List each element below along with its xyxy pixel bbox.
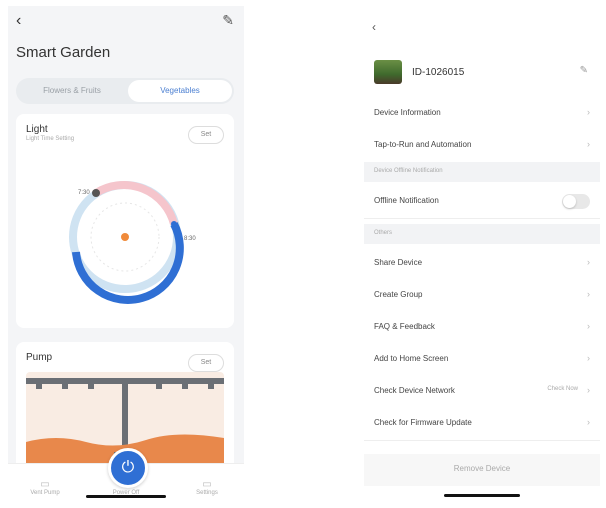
light-timer-dial[interactable] <box>16 162 234 322</box>
tab-vegetables[interactable]: Vegetables <box>128 80 232 102</box>
bottom-nav: ▭ Vent Pump ⏻ Power Off ▭ Settings <box>8 448 244 502</box>
row-offline-notification: Offline Notification <box>364 186 600 219</box>
dial-end-label: 8:30 <box>184 236 196 242</box>
dial-start-handle[interactable] <box>92 189 100 197</box>
section-title: Device Offline Notification <box>374 168 443 174</box>
dial-start-label: 7:30 <box>78 190 90 196</box>
light-set-button[interactable]: Set <box>188 126 224 144</box>
row-label: Create Group <box>374 290 423 299</box>
offline-toggle[interactable] <box>562 194 590 209</box>
row-tap-to-run[interactable]: Tap-to-Run and Automation › <box>364 130 600 163</box>
light-card: Light Light Time Setting Set 7:30 8:30 <box>16 114 234 328</box>
chevron-right-icon: › <box>587 289 590 299</box>
row-device-information[interactable]: Device Information › <box>364 98 600 131</box>
nav-vent-pump-label: Vent Pump <box>30 490 60 496</box>
remove-device-button[interactable]: Remove Device <box>364 464 600 473</box>
chevron-right-icon: › <box>587 107 590 117</box>
tab-flowers-fruits[interactable]: Flowers & Fruits <box>18 80 126 102</box>
row-faq-feedback[interactable]: FAQ & Feedback › <box>364 312 600 345</box>
pump-set-button[interactable]: Set <box>188 354 224 372</box>
chevron-right-icon: › <box>587 321 590 331</box>
home-indicator <box>444 494 520 497</box>
row-label: FAQ & Feedback <box>374 322 435 331</box>
settings-icon: ▭ <box>202 479 212 490</box>
remove-section: Remove Device <box>364 454 600 486</box>
nav-settings[interactable]: ▭ Settings <box>182 479 232 496</box>
device-header[interactable]: ID-1026015 ✎ <box>372 56 592 90</box>
chevron-right-icon: › <box>587 139 590 149</box>
row-label: Device Information <box>374 108 441 117</box>
section-title: Others <box>374 230 393 236</box>
pump-title: Pump <box>26 352 53 363</box>
row-label: Add to Home Screen <box>374 354 449 363</box>
section-offline: Device Offline Notification <box>364 162 600 182</box>
chevron-right-icon: › <box>587 257 590 267</box>
top-bar: ‹ ✎ <box>8 6 244 36</box>
chevron-right-icon: › <box>587 353 590 363</box>
toggle-knob <box>563 195 576 208</box>
device-thumbnail <box>374 60 402 84</box>
page-title: Smart Garden <box>16 44 111 61</box>
chevron-right-icon: › <box>587 417 590 427</box>
row-add-home-screen[interactable]: Add to Home Screen › <box>364 344 600 377</box>
row-label: Check for Firmware Update <box>374 418 472 427</box>
network-status: Check Now <box>547 386 578 392</box>
chevron-right-icon: › <box>587 385 590 395</box>
row-create-group[interactable]: Create Group › <box>364 280 600 313</box>
nav-vent-pump[interactable]: ▭ Vent Pump <box>20 479 70 496</box>
row-firmware-update[interactable]: Check for Firmware Update › <box>364 408 600 441</box>
row-label: Tap-to-Run and Automation <box>374 140 472 149</box>
light-title: Light <box>26 124 48 135</box>
back-icon[interactable]: ‹ <box>372 20 376 34</box>
home-indicator <box>86 495 166 498</box>
row-check-network[interactable]: Check Device Network Check Now › <box>364 376 600 409</box>
edit-icon[interactable]: ✎ <box>222 12 234 29</box>
dial-center-sun <box>121 233 129 241</box>
garden-screen: ‹ ✎ Smart Garden Flowers & Fruits Vegeta… <box>8 6 244 502</box>
nav-settings-label: Settings <box>196 490 218 496</box>
power-icon[interactable]: ⏻ <box>108 448 148 488</box>
back-icon[interactable]: ‹ <box>16 12 21 30</box>
edit-icon[interactable]: ✎ <box>580 65 588 76</box>
row-share-device[interactable]: Share Device › <box>364 248 600 281</box>
pump-icon: ▭ <box>40 479 50 490</box>
row-label: Share Device <box>374 258 423 267</box>
light-subtitle: Light Time Setting <box>26 136 75 142</box>
section-others: Others <box>364 224 600 244</box>
row-label: Check Device Network <box>374 386 455 395</box>
row-label: Offline Notification <box>374 196 439 205</box>
device-name: ID-1026015 <box>412 67 465 78</box>
device-settings-screen: ‹ ID-1026015 ✎ Device Information › Tap-… <box>364 6 600 502</box>
mode-tabs: Flowers & Fruits Vegetables <box>16 78 234 104</box>
dial-end-handle[interactable] <box>171 221 177 227</box>
